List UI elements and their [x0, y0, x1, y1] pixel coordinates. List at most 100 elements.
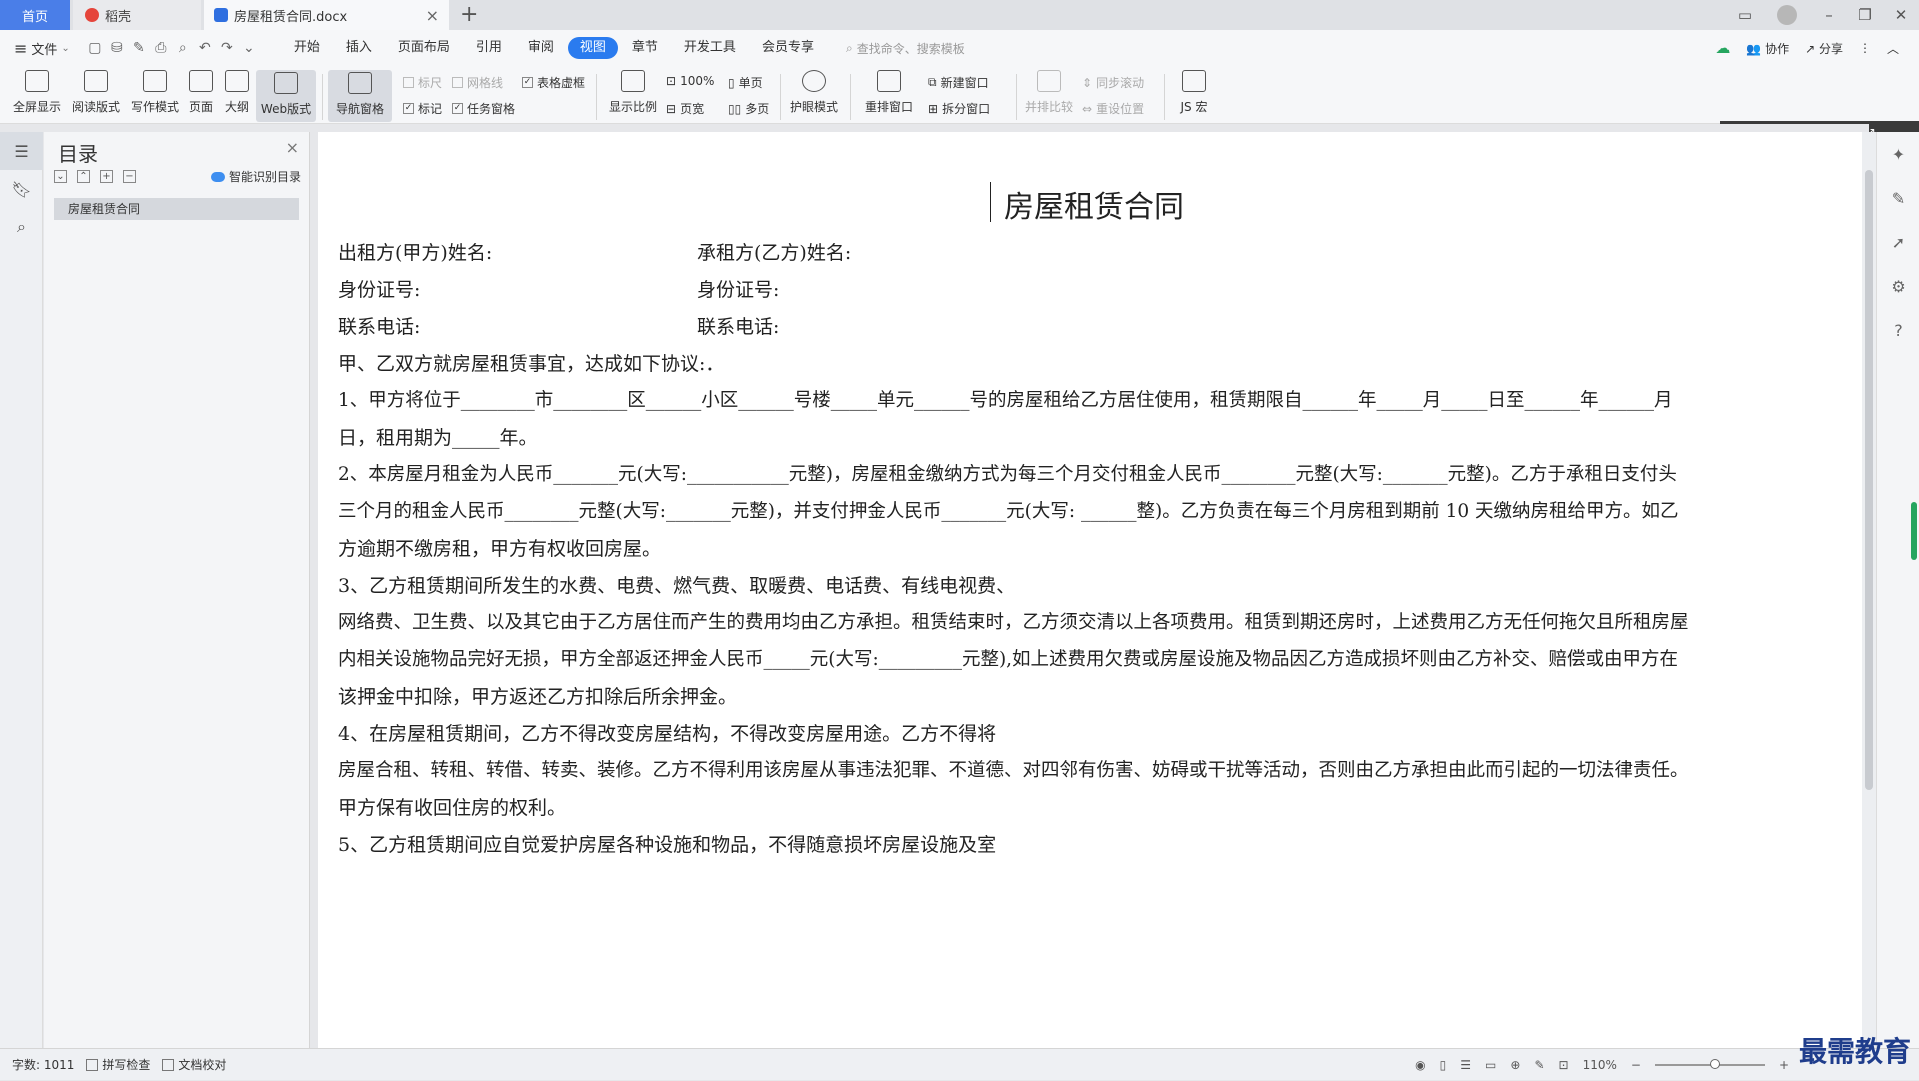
tab-view[interactable]: 视图	[567, 37, 618, 59]
plus-icon[interactable]: +	[100, 170, 113, 183]
redo-icon[interactable]: ↷	[216, 40, 238, 56]
writing-view-icon[interactable]: ✎	[1534, 1058, 1544, 1072]
more-icon[interactable]: ⋮	[1859, 41, 1871, 55]
nav-pane-button[interactable]: 导航窗格	[328, 70, 392, 122]
tab-developer[interactable]: 开发工具	[672, 37, 748, 59]
collapse-icon[interactable]: ⌃	[77, 170, 90, 183]
undo-icon[interactable]: ↶	[194, 40, 216, 56]
web-view-icon[interactable]: ⊕	[1510, 1058, 1520, 1072]
reset-position-button[interactable]: ⇔ 重设位置	[1082, 100, 1144, 117]
gridlines-checkbox[interactable]: 网格线	[452, 74, 503, 91]
writing-mode-button[interactable]: 写作模式	[130, 70, 180, 115]
word-count[interactable]: 字数: 1011	[12, 1056, 74, 1073]
tab-home[interactable]: 首页	[0, 0, 70, 30]
new-doc-icon[interactable]: ▢	[84, 40, 106, 56]
js-macro-button[interactable]: JS 宏	[1172, 70, 1216, 115]
tab-insert[interactable]: 插入	[334, 37, 384, 59]
save-icon[interactable]: ⛁	[106, 40, 128, 56]
vertical-scrollbar[interactable]	[1862, 132, 1876, 1048]
page-view-button[interactable]: 页面	[186, 70, 216, 115]
web-layout-button[interactable]: Web版式	[256, 70, 316, 122]
settings-icon[interactable]: ⚙	[1877, 264, 1919, 308]
zoom-icon	[621, 70, 645, 92]
expand-icon[interactable]: ⌄	[54, 170, 67, 183]
tab-page-layout[interactable]: 页面布局	[386, 37, 462, 59]
new-window-button[interactable]: ⧉ 新建窗口	[928, 74, 989, 91]
tab-start[interactable]: 开始	[282, 37, 332, 59]
ribbon-divider	[596, 74, 597, 120]
zoom-100-icon: ⊡	[666, 74, 677, 88]
macro-icon	[1182, 70, 1206, 92]
spell-check-toggle[interactable]: 拼写检查	[86, 1056, 150, 1073]
print-preview-icon[interactable]: ⌕	[172, 40, 194, 56]
collab-button[interactable]: 👥 协作	[1746, 40, 1789, 57]
help-icon[interactable]: ?	[1877, 308, 1919, 352]
add-tab-icon[interactable]: +	[460, 2, 478, 27]
eye-mode-button[interactable]: 护眼模式	[786, 70, 842, 115]
rearrange-window-button[interactable]: 重排窗口	[858, 70, 920, 115]
outline-view-icon[interactable]: ☰	[1460, 1058, 1471, 1072]
close-window-icon[interactable]: ✕	[1883, 6, 1919, 24]
zoom-level[interactable]: 110%	[1583, 1058, 1617, 1072]
file-menu-button[interactable]: ≡ 文件 ⌄	[14, 39, 70, 58]
single-page-button[interactable]: ▯ 单页	[728, 74, 763, 91]
smart-toc-button[interactable]: 智能识别目录	[210, 168, 301, 185]
fullscreen-button[interactable]: 全屏显示	[12, 70, 62, 115]
minus-icon[interactable]: −	[123, 170, 136, 183]
table-grid-checkbox[interactable]: ✓ 表格虚框	[522, 74, 585, 91]
split-window-label: 拆分窗口	[942, 102, 991, 116]
print-icon[interactable]: ⎙	[150, 40, 172, 56]
doc-proof-toggle[interactable]: 文档校对	[162, 1056, 226, 1073]
outline-button[interactable]: 大纲	[222, 70, 252, 115]
reading-layout-button[interactable]: 阅读版式	[70, 70, 122, 115]
cloud-sync-icon[interactable]: ☁	[1715, 39, 1730, 57]
page-view-icon[interactable]: ▯	[1440, 1058, 1447, 1072]
layout-icon[interactable]: ▭	[1727, 6, 1763, 24]
restore-icon[interactable]: ❐	[1847, 6, 1883, 24]
zoom-display-button[interactable]: 显示比例	[606, 70, 660, 115]
share-button[interactable]: ↗ 分享	[1805, 40, 1843, 57]
collapse-ribbon-icon[interactable]: ︿	[1887, 40, 1899, 57]
toc-panel-icon[interactable]: ☰	[0, 132, 43, 170]
toc-item[interactable]: 房屋租赁合同	[54, 198, 299, 220]
find-icon[interactable]: ⌕	[0, 208, 43, 246]
edit-icon[interactable]: ✎	[1877, 176, 1919, 220]
style-icon[interactable]: ✦	[1877, 132, 1919, 176]
close-tab-icon[interactable]: ×	[426, 6, 439, 25]
minimize-icon[interactable]: –	[1811, 6, 1847, 24]
document-page[interactable]: 房屋租赁合同 出租方(甲方)姓名: 承租方(乙方)姓名: 身份证号: 身份证号: 联…	[318, 132, 1870, 1048]
sync-scroll-button[interactable]: ⇕ 同步滚动	[1082, 74, 1144, 91]
zoom-in-icon[interactable]: +	[1779, 1058, 1789, 1072]
ruler-checkbox[interactable]: 标尺	[403, 74, 442, 91]
format-painter-icon[interactable]: ✎	[128, 40, 150, 56]
zoom-slider[interactable]	[1654, 1059, 1765, 1069]
select-icon[interactable]: ➚	[1877, 220, 1919, 264]
tab-document[interactable]: 房屋租赁合同.docx ×	[204, 0, 449, 30]
multi-page-button[interactable]: ▯▯ 多页	[728, 100, 769, 117]
green-indicator[interactable]	[1911, 502, 1917, 560]
tab-member[interactable]: 会员专享	[750, 37, 826, 59]
tab-chapter[interactable]: 章节	[620, 37, 670, 59]
eye-icon[interactable]: ◉	[1415, 1058, 1425, 1072]
close-icon[interactable]: ×	[286, 138, 299, 157]
zoom-100-button[interactable]: ⊡ 100%	[666, 74, 714, 88]
customize-icon[interactable]: ⌄	[238, 40, 260, 56]
task-pane-checkbox[interactable]: ✓ 任务窗格	[452, 100, 515, 117]
doc-line: 房屋合租、转租、转借、转卖、装修。乙方不得利用该房屋从事违法犯罪、不道德、对四邻…	[338, 760, 1689, 781]
avatar[interactable]	[1777, 5, 1797, 25]
tab-daoke[interactable]: 稻壳	[73, 0, 201, 30]
bookmark-icon[interactable]: 🔖︎	[0, 170, 43, 208]
marks-checkbox[interactable]: ✓ 标记	[403, 100, 442, 117]
tab-review[interactable]: 审阅	[516, 37, 566, 59]
fit-page-icon[interactable]: ⊡	[1559, 1058, 1569, 1072]
command-search[interactable]: ⌕ 查找命令、搜索模板	[846, 40, 965, 57]
side-compare-button[interactable]: 并排比较	[1022, 70, 1076, 115]
zoom-out-icon[interactable]: −	[1631, 1058, 1641, 1072]
scroll-thumb[interactable]	[1865, 170, 1873, 790]
split-window-button[interactable]: ⊞ 拆分窗口	[928, 100, 990, 117]
zoom-slider-knob[interactable]	[1709, 1059, 1720, 1069]
doc-line: 出租方(甲方)姓名: 承租方(乙方)姓名:	[338, 238, 851, 265]
reading-view-icon[interactable]: ▭	[1485, 1058, 1496, 1072]
page-width-button[interactable]: ⊟ 页宽	[666, 100, 704, 117]
tab-references[interactable]: 引用	[464, 37, 514, 59]
